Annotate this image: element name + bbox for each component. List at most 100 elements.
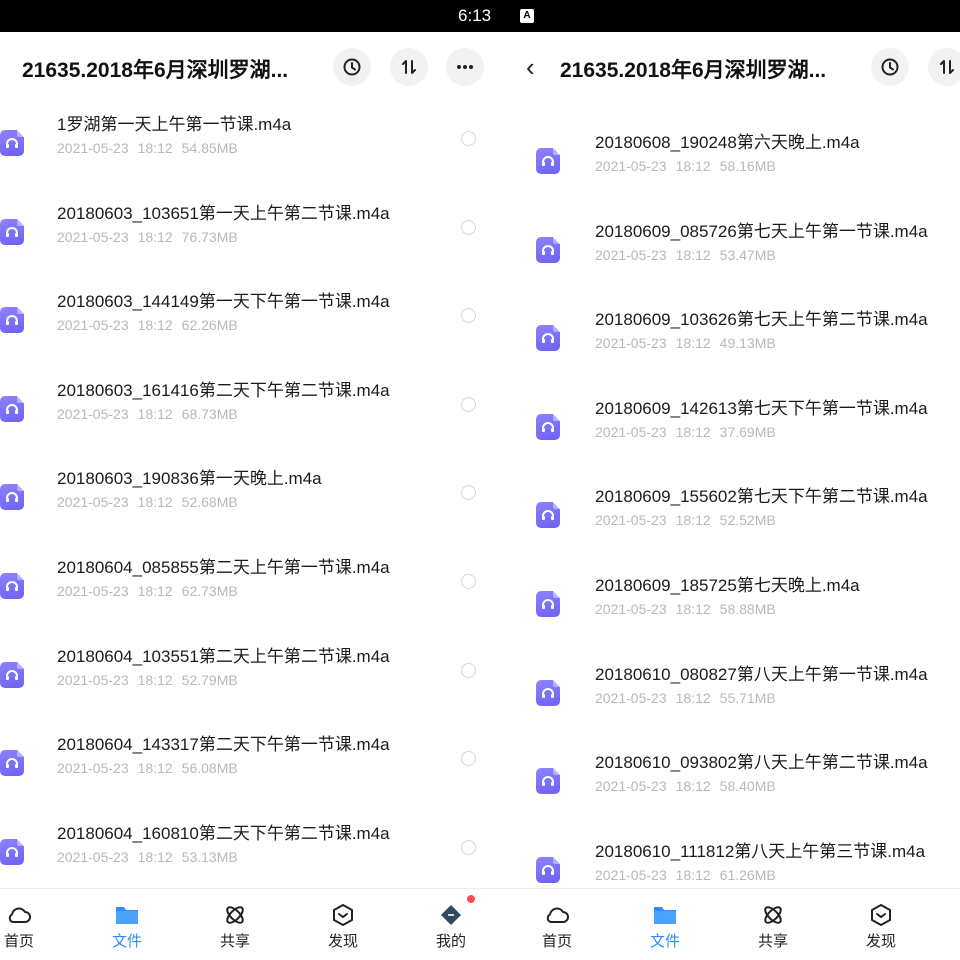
file-time: 18:12 [137,671,173,688]
file-time: 18:12 [137,583,173,599]
file-name: 20180608_190248第六天晚上.m4a [595,133,860,152]
file-meta: 2021-05-23 18:12 56.08MB [57,760,238,776]
sort-button[interactable] [390,48,428,86]
file-date: 2021-05-23 [595,601,667,617]
back-icon[interactable]: ‹ [526,52,535,82]
file-row[interactable]: 20180608_190248第六天晚上.m4a 2021-05-23 18:12 5… [500,128,960,216]
file-meta: 2021-05-23 18:12 62.73MB [57,583,238,599]
file-meta: 2021-05-23 18:12 52.68MB [57,494,238,510]
file-size: 62.73MB [181,583,238,599]
file-row[interactable]: 1罗湖第一天上午第一节课.m4a 2021-05-23 18:12 54.85MB [0,110,500,198]
file-time: 18:12 [675,158,711,174]
file-name: 20180603_144149第一天下午第一节课.m4a [57,292,390,312]
select-radio[interactable] [461,751,476,767]
audio-file-icon [536,236,560,263]
tab-discover[interactable]: 发现 [313,903,373,951]
file-time: 18:12 [137,317,173,334]
audio-file-icon [0,750,24,777]
file-row[interactable]: 20180604_085855第二天上午第一节课.m4a 2021-05-23 18… [0,553,500,641]
select-radio[interactable] [461,485,476,501]
tab-files[interactable]: 文件 [97,903,157,951]
audio-file-icon [0,395,24,422]
file-time: 18:12 [675,512,711,529]
file-date: 2021-05-23 [57,583,129,599]
file-size: 68.73MB [181,405,238,422]
compass-icon [333,904,353,926]
tab-home[interactable]: 首页 [527,903,587,951]
folder-icon [116,907,138,924]
history-button[interactable] [871,48,909,86]
audio-file-icon [0,130,24,156]
file-row[interactable]: 20180609_185725第七天晚上.m4a 2021-05-23 18:12 5… [500,571,960,659]
select-radio[interactable] [461,662,476,678]
select-radio[interactable] [461,219,476,235]
file-time: 18:12 [675,778,711,795]
file-meta: 2021-05-23 18:12 61.26MB [595,867,776,883]
select-radio[interactable] [461,396,476,412]
file-name: 1罗湖第一天上午第一节课.m4a [57,115,292,134]
file-size: 76.73MB [181,228,238,245]
file-row[interactable]: 20180604_103551第二天上午第二节课.m4a 2021-05-23 18… [0,642,500,730]
file-row[interactable]: 20180603_144149第一天下午第一节课.m4a 2021-05-23 18… [0,287,500,375]
file-row[interactable]: 20180603_103651第一天上午第二节课.m4a 2021-05-23 18… [0,199,500,287]
file-date: 2021-05-23 [57,760,129,777]
file-row[interactable]: 20180609_103626第七天上午第二节课.m4a 2021-05-23 18… [500,305,960,393]
file-row[interactable]: 20180610_093802第八天上午第二节课.m4a 2021-05-23 18… [500,748,960,836]
file-size: 52.79MB [181,671,238,688]
file-row[interactable]: 20180609_155602第七天下午第二节课.m4a 2021-05-23 18… [500,482,960,570]
file-row[interactable]: 20180609_085726第七天上午第一节课.m4a 2021-05-23 18… [500,217,960,305]
select-radio[interactable] [461,574,476,589]
file-size: 58.88MB [719,601,776,617]
file-meta: 2021-05-23 18:12 52.52MB [595,512,776,528]
tab-mine[interactable]: 我的 [421,903,481,951]
tab-share-label: 共享 [219,933,250,950]
share-atom-icon [226,906,244,924]
tab-home[interactable]: 首页 [0,903,49,951]
cloud-icon [546,907,569,923]
file-size: 37.69MB [719,423,776,440]
file-time: 18:12 [675,866,711,883]
audio-file-icon [536,679,560,706]
file-date: 2021-05-23 [595,158,667,174]
file-size: 58.16MB [719,158,776,174]
file-date: 2021-05-23 [57,317,129,334]
file-size: 52.68MB [181,494,238,511]
file-date: 2021-05-23 [595,689,667,706]
more-button[interactable] [446,48,484,86]
sort-button[interactable] [928,48,960,86]
audio-file-icon [536,148,560,174]
tab-share[interactable]: 共享 [205,903,265,951]
file-size: 54.85MB [181,140,238,156]
history-button[interactable] [333,48,371,86]
file-name: 20180604_085855第二天上午第一节课.m4a [57,558,390,577]
tab-home-label: 首页 [3,933,34,950]
file-row[interactable]: 20180610_080827第八天上午第一节课.m4a 2021-05-23 18… [500,660,960,748]
file-meta: 2021-05-23 18:12 53.13MB [57,849,238,865]
file-date: 2021-05-23 [595,866,667,883]
select-radio[interactable] [461,131,476,146]
notification-badge [467,895,475,903]
file-size: 52.52MB [719,512,776,529]
tab-discover[interactable]: 发现 [851,903,911,951]
file-row[interactable]: 20180603_190836第一天晚上.m4a 2021-05-23 18:12 5… [0,464,500,552]
file-meta: 2021-05-23 18:12 53.47MB [595,247,776,263]
select-radio[interactable] [461,308,476,324]
status-bar: 6:13 A [0,0,960,32]
file-name: 20180610_111812第八天上午第三节课.m4a [595,841,926,861]
file-meta: 2021-05-23 18:12 58.88MB [595,601,776,617]
diamond-icon [441,905,461,925]
audio-file-icon [536,502,560,529]
audio-file-icon [536,856,560,883]
bottom-tab-bar: 首页 文件 共享 发现 我的 [0,888,500,960]
file-name: 20180609_155602第七天下午第二节课.m4a [595,487,928,507]
tab-share[interactable]: 共享 [743,903,803,951]
file-row[interactable]: 20180604_143317第二天下午第一节课.m4a 2021-05-23 18… [0,730,500,818]
file-row[interactable]: 20180609_142613第七天下午第一节课.m4a 2021-05-23 18… [500,394,960,482]
file-name: 20180609_085726第七天上午第一节课.m4a [595,221,928,241]
tab-files[interactable]: 文件 [635,903,695,951]
file-row[interactable]: 20180603_161416第二天下午第二节课.m4a 2021-05-23 18… [0,376,500,464]
folder-title: 21635.2018年6月深圳罗湖... [22,59,289,82]
select-radio[interactable] [461,839,476,855]
back-icon[interactable]: ‹ [0,52,1,82]
tab-mine-label: 我的 [435,933,466,950]
